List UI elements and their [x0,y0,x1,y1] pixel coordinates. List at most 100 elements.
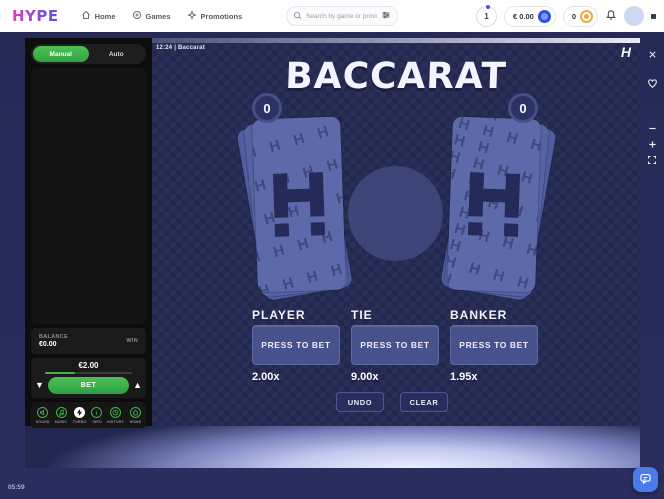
history-button[interactable]: HISTORY [106,407,125,424]
player-bet-button[interactable]: PRESS TO BET [252,325,340,365]
favorite-game-button[interactable] [644,76,660,92]
player-multiplier: 2.00x [252,371,340,383]
level-badge[interactable]: 1 [476,6,497,27]
level-value: 1 [484,12,488,21]
game-clock-title: 12:24 | Baccarat [156,45,205,51]
tie-multiplier: 9.00x [351,371,439,383]
info-button[interactable]: INFO [91,407,102,424]
nav-home[interactable]: Home [81,10,116,22]
nav-games[interactable]: Games [132,10,171,22]
heart-icon [647,77,658,92]
player-count-badge: 0 [252,93,282,123]
turbo-icon [74,407,85,418]
sound-toggle[interactable]: SOUND [35,407,50,424]
game-title: BACCARAT [151,56,640,97]
cash-balance-pill[interactable]: € 0.00 [504,6,556,27]
tie-label: TIE [351,308,439,322]
player-label: PLAYER [252,308,340,322]
coin-balance-pill[interactable]: 0 [563,6,598,27]
close-icon [648,47,657,62]
home-icon [81,10,91,22]
filter-sliders-icon [381,7,391,25]
cash-coin-icon [538,10,551,23]
nav-promotions[interactable]: Promotions [187,10,243,22]
tie-bet-button[interactable]: PRESS TO BET [351,325,439,365]
game-controls-row: SOUND MUSIC TURBO INFO HISTORY [31,402,146,428]
level-notification-dot [486,5,490,9]
tab-manual[interactable]: Manual [33,46,89,62]
turbo-toggle[interactable]: TURBO [72,407,87,424]
banker-multiplier: 1.95x [450,371,538,383]
canvas-top-glow [152,38,640,43]
zoom-out-button[interactable] [644,120,660,136]
home-button[interactable]: HOME [129,407,142,424]
bet-amount-slider[interactable] [45,372,132,374]
coin-balance-value: 0 [572,12,576,21]
nav-games-label: Games [146,12,171,21]
game-window-toolbar [643,46,661,168]
chat-icon [639,472,652,488]
bet-amount-panel: €2.00 ▼ BET ▲ [31,358,146,398]
game-frame: 12:24 | Baccarat H BACCARAT H H H H H H … [25,38,640,468]
header-right-cluster: 1 € 0.00 0 [476,0,656,32]
banker-card-stack: H H H H H H H H H H H H H H H H H H H H … [450,118,538,291]
fullscreen-button[interactable] [644,152,660,168]
card-back: H H H H H H H H H H H H H H H H H H H H … [447,117,541,293]
zoom-in-button[interactable] [644,136,660,152]
tab-auto[interactable]: Auto [89,46,145,62]
fullscreen-icon [647,153,657,168]
balance-label: BALANCE [39,334,89,340]
bet-sidebar: Manual Auto BALANCE €0.00 WIN €2.00 ▼ [25,38,152,426]
close-game-button[interactable] [644,46,660,62]
game-canvas: 12:24 | Baccarat H BACCARAT H H H H H H … [152,38,640,426]
decrease-bet-button[interactable]: ▼ [35,381,44,390]
undo-button[interactable]: UNDO [336,392,384,412]
bell-icon [605,9,617,24]
sound-icon [37,407,48,418]
banker-label: BANKER [450,308,538,322]
bet-amount-value: €2.00 [35,361,142,370]
gold-coin-icon [580,10,593,23]
nav-home-label: Home [95,12,116,21]
slider-fill [45,372,75,374]
cash-balance-value: € 0.00 [513,12,534,21]
banker-count-badge: 0 [508,93,538,123]
nav-promotions-label: Promotions [201,12,243,21]
main-nav: Home Games Promotions [81,10,243,22]
history-icon [110,407,121,418]
hype-logo[interactable]: HYPE [12,7,59,25]
site-header: HYPE Home Games Promotions 1 € 0.00 0 [0,0,664,32]
search-input[interactable] [306,13,377,20]
game-bottom-glow [25,426,640,468]
lobby-home-icon [130,407,141,418]
minus-icon [648,121,657,136]
bet-button[interactable]: BET [48,377,129,394]
win-label: WIN [126,338,138,344]
music-icon [56,407,67,418]
increase-bet-button[interactable]: ▲ [133,381,142,390]
info-icon [91,407,102,418]
session-timer: 05:59 [8,484,25,491]
balance-value: €0.00 [39,341,89,348]
mode-tabs: Manual Auto [31,44,146,64]
user-avatar[interactable] [624,6,644,26]
notifications-button[interactable] [605,9,617,24]
music-toggle[interactable]: MUSIC [54,407,68,424]
clear-button[interactable]: CLEAR [400,392,448,412]
gamepad-icon [132,10,142,22]
banker-bet-button[interactable]: PRESS TO BET [450,325,538,365]
search-icon [293,7,302,25]
sidebar-body-panel [31,68,146,324]
center-table-circle [348,166,443,261]
sparkle-icon [187,10,197,22]
balance-panel: BALANCE €0.00 WIN [31,328,146,354]
plus-icon [648,137,657,152]
card-h-logo [273,172,325,238]
profile-menu-dot[interactable] [651,14,656,19]
chat-button[interactable] [633,467,658,492]
card-back: H H H H H H H H H H H H H H H H H H H H … [252,117,346,293]
player-card-stack: H H H H H H H H H H H H H H H H H H H H … [255,118,343,291]
card-h-logo [468,172,520,238]
page-background: 12:24 | Baccarat H BACCARAT H H H H H H … [0,32,664,499]
search-bar[interactable] [286,6,398,26]
